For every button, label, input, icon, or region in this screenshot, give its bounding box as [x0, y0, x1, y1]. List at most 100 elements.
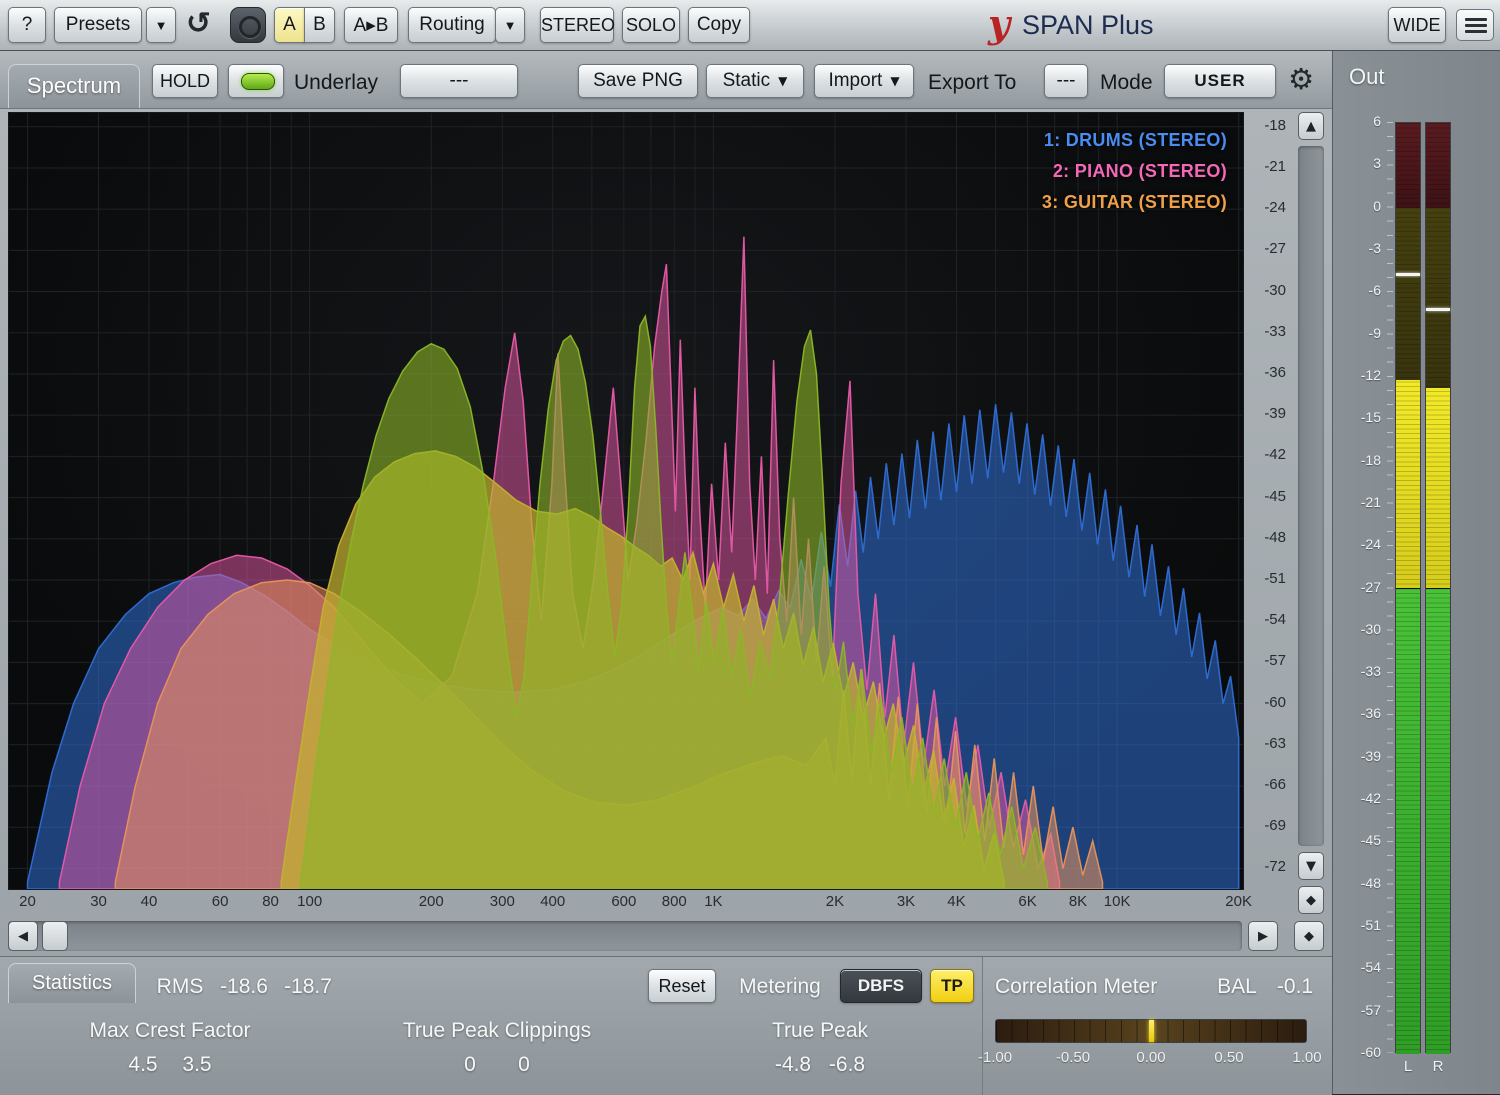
horizontal-zoom-button[interactable]: ◆: [1294, 921, 1324, 951]
ab-b-button[interactable]: B: [304, 7, 335, 43]
wide-button[interactable]: WIDE: [1388, 7, 1446, 43]
meter-scale-label: -48: [1339, 875, 1381, 891]
max-crest-factor-left: 4.5: [113, 1053, 173, 1077]
routing-button[interactable]: Routing: [408, 7, 496, 43]
chevron-down-icon: ▼: [778, 74, 787, 88]
help-button[interactable]: ?: [8, 7, 46, 43]
corr-tick-label: 1.00: [1277, 1049, 1337, 1066]
spectrum-canvas: [9, 113, 1243, 889]
reset-button[interactable]: Reset: [648, 969, 716, 1003]
freq-tick-label: 600: [600, 893, 648, 910]
rms-value-right: -18.7: [277, 975, 339, 999]
meter-scale-label: 0: [1339, 198, 1381, 214]
meter-scale-label: -15: [1339, 409, 1381, 425]
legend-item: 1: DRUMS (STEREO): [1042, 125, 1227, 156]
spectrum-toolbar: Spectrum HOLD Underlay --- Save PNG Stat…: [0, 50, 1332, 109]
meter-scale-label: -27: [1339, 579, 1381, 595]
copy-button[interactable]: Copy: [688, 7, 750, 43]
meter-bar-r: [1425, 122, 1451, 1053]
meter-bar-l: [1395, 122, 1421, 1053]
tp-button[interactable]: TP: [930, 969, 974, 1003]
left-channel-label: L: [1395, 1058, 1421, 1075]
meter-scale-label: -30: [1339, 621, 1381, 637]
horizontal-scrollbar[interactable]: [8, 921, 1242, 951]
freq-tick-label: 20: [3, 893, 51, 910]
menu-button[interactable]: [1456, 9, 1494, 41]
freq-tick-label: 6K: [1004, 893, 1052, 910]
seg-dimred: [1396, 123, 1420, 208]
scroll-down-button[interactable]: ▼: [1298, 852, 1324, 880]
scroll-up-button[interactable]: ▲: [1298, 112, 1324, 140]
peak-hold-indicator-l: [1396, 273, 1420, 276]
top-toolbar: ? Presets ▼ ↺ A B A▸B Routing ▼ STEREO S…: [0, 0, 1500, 51]
freq-tick-label: 30: [75, 893, 123, 910]
db-tick-label: -30: [1246, 282, 1286, 299]
routing-dropdown-icon[interactable]: ▼: [495, 7, 525, 43]
ab-a-button[interactable]: A: [274, 7, 305, 43]
freq-tick-label: 300: [478, 893, 526, 910]
hscroll-handle[interactable]: [42, 921, 68, 951]
underlay-select[interactable]: ---: [400, 64, 518, 98]
freq-tick-label: 3K: [882, 893, 930, 910]
corr-tick-label: 0.00: [1121, 1049, 1181, 1066]
db-tick-label: -72: [1246, 858, 1286, 875]
vertical-zoom-button[interactable]: ◆: [1298, 886, 1324, 914]
seg-dimred: [1426, 123, 1450, 208]
mode-select[interactable]: USER: [1164, 64, 1276, 98]
tab-spectrum[interactable]: Spectrum: [8, 64, 140, 108]
vertical-scrollbar[interactable]: [1298, 146, 1324, 846]
stereo-button[interactable]: STEREO: [540, 7, 614, 43]
legend-item: 2: PIANO (STEREO): [1042, 156, 1227, 187]
output-meter-panel: Out 630-3-6-9-12-15-18-21-24-27-30-33-36…: [1332, 50, 1500, 1094]
save-png-button[interactable]: Save PNG: [578, 64, 698, 98]
tab-statistics[interactable]: Statistics: [8, 963, 136, 1003]
plugin-title: SPAN Plus: [1022, 10, 1154, 41]
frequency-axis: 20304060801002003004006008001K2K3K4K6K8K…: [8, 893, 1244, 913]
gear-icon[interactable]: ⚙: [1288, 62, 1314, 96]
spectrum-enable-toggle[interactable]: [228, 64, 284, 98]
corr-tick-label: -0.50: [1043, 1049, 1103, 1066]
history-circle-button[interactable]: [230, 7, 266, 43]
import-dropdown[interactable]: Import▼: [814, 64, 914, 98]
max-crest-factor-label: Max Crest Factor: [10, 1019, 330, 1043]
export-to-select[interactable]: ---: [1044, 64, 1088, 98]
max-crest-factor-right: 3.5: [167, 1053, 227, 1077]
freq-tick-label: 2K: [811, 893, 859, 910]
freq-tick-label: 60: [196, 893, 244, 910]
solo-button[interactable]: SOLO: [622, 7, 680, 43]
meter-scale-label: -9: [1339, 325, 1381, 341]
hold-button[interactable]: HOLD: [152, 64, 218, 98]
meter-scale-label: 6: [1339, 113, 1381, 129]
db-tick-label: -18: [1246, 117, 1286, 134]
presets-dropdown-icon[interactable]: ▼: [146, 7, 176, 43]
rms-value-left: -18.6: [213, 975, 275, 999]
freq-tick-label: 10K: [1093, 893, 1141, 910]
channel-legend: 1: DRUMS (STEREO) 2: PIANO (STEREO) 3: G…: [1042, 125, 1227, 218]
corr-tick-label: -1.00: [965, 1049, 1025, 1066]
a-to-b-copy-button[interactable]: A▸B: [344, 7, 398, 43]
static-dropdown[interactable]: Static▼: [706, 64, 804, 98]
presets-button[interactable]: Presets: [54, 7, 142, 43]
underlay-label: Underlay: [294, 71, 378, 95]
spectrum-display[interactable]: 1: DRUMS (STEREO) 2: PIANO (STEREO) 3: G…: [8, 112, 1244, 890]
bal-label: BAL: [1211, 975, 1263, 999]
true-peak-clippings-left: 0: [440, 1053, 500, 1077]
scroll-left-button[interactable]: ◀: [8, 921, 38, 951]
seg-dimolive: [1426, 208, 1450, 389]
correlation-meter-panel: Correlation Meter BAL -0.1 -1.00 -0.50 0…: [982, 957, 1333, 1095]
true-peak-left: -4.8: [763, 1053, 823, 1077]
mode-label: Mode: [1100, 71, 1153, 95]
statistics-panel: Statistics RMS -18.6 -18.7 Reset Meterin…: [0, 956, 1332, 1095]
undo-icon[interactable]: ↺: [186, 6, 211, 41]
meter-scale-label: -42: [1339, 790, 1381, 806]
meter-scale-label: -21: [1339, 494, 1381, 510]
dbfs-button[interactable]: DBFS: [840, 969, 922, 1003]
scroll-right-button[interactable]: ▶: [1248, 921, 1278, 951]
span-plus-window: ? Presets ▼ ↺ A B A▸B Routing ▼ STEREO S…: [0, 0, 1500, 1094]
db-axis: -18-21-24-27-30-33-36-39-42-45-48-51-54-…: [1244, 112, 1290, 890]
correlation-bar[interactable]: [995, 1019, 1307, 1043]
corr-tick-label: 0.50: [1199, 1049, 1259, 1066]
output-level-meter[interactable]: [1395, 122, 1453, 1053]
db-tick-label: -48: [1246, 529, 1286, 546]
freq-tick-label: 40: [125, 893, 173, 910]
